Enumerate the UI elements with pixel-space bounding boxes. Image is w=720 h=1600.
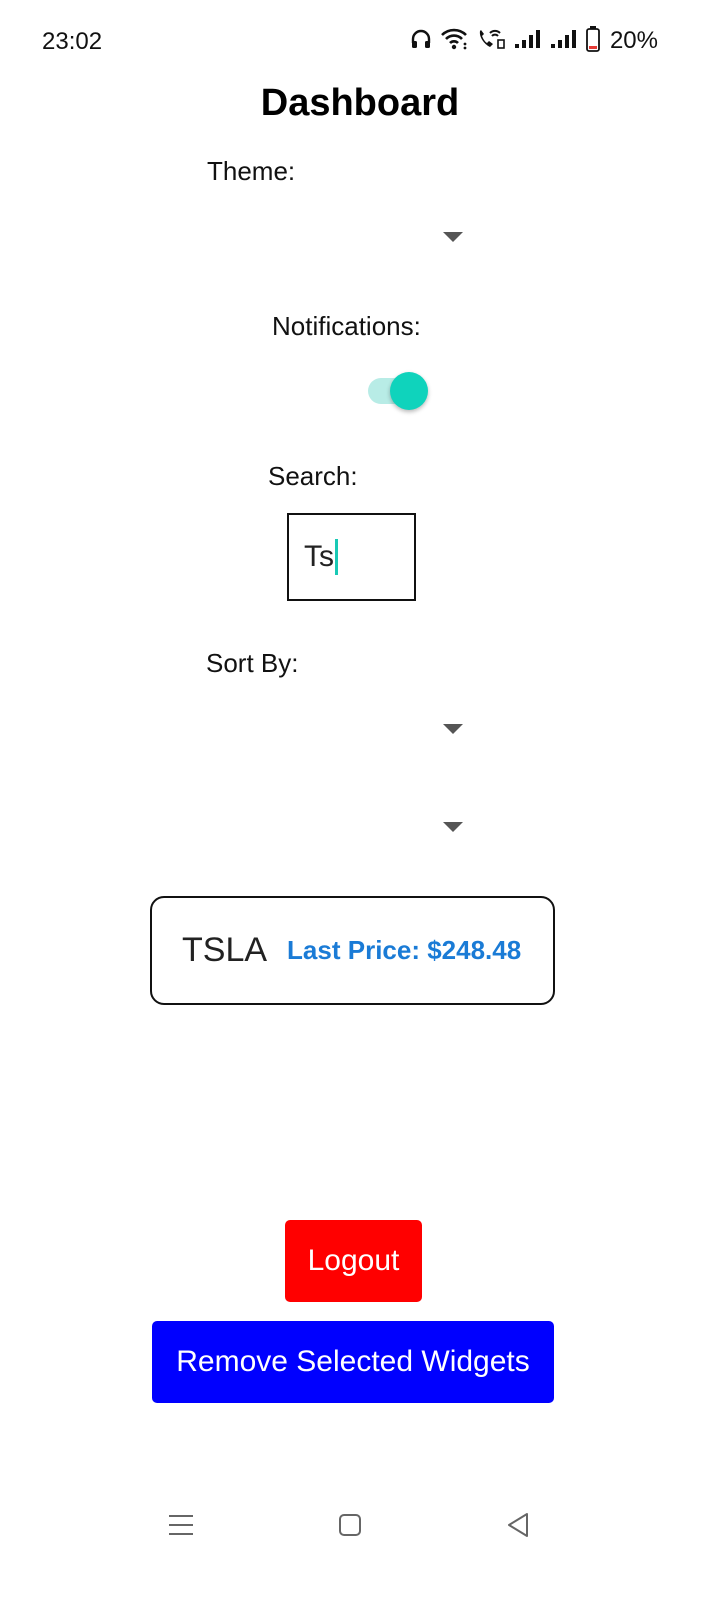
page-title: Dashboard [260,82,460,124]
signal-icon [550,28,578,55]
remove-selected-widgets-button[interactable]: Remove Selected Widgets [152,1321,554,1403]
wifi-calling-icon [476,27,506,56]
chevron-down-icon [443,724,463,734]
notifications-toggle[interactable] [368,372,430,412]
home-icon[interactable] [330,1505,370,1545]
stock-last-price: Last Price: $248.48 [287,935,522,965]
status-icons: 20% [410,24,658,58]
signal-icon [514,28,542,55]
search-label: Search: [268,461,358,491]
wifi-icon [440,27,468,56]
stock-symbol: TSLA [182,931,268,969]
text-cursor [335,539,338,575]
sort-label: Sort By: [206,648,299,678]
back-icon[interactable] [498,1505,538,1545]
battery-icon [586,25,600,57]
logout-button[interactable]: Logout [285,1220,422,1302]
theme-label: Theme: [207,156,296,186]
toggle-knob [390,372,428,410]
chevron-down-icon [443,822,463,832]
notifications-label: Notifications: [272,311,421,341]
search-input-value: Ts [304,540,334,573]
headphones-icon [410,28,432,55]
sort-dropdown[interactable] [206,704,478,756]
sort-order-dropdown[interactable] [206,802,478,854]
stock-widget-card[interactable]: TSLA Last Price: $248.48 [150,896,555,1005]
battery-percent: 20% [609,27,658,54]
menu-icon[interactable] [161,1505,201,1545]
status-time: 23:02 [42,28,103,55]
search-input[interactable]: Ts [287,513,416,601]
chevron-down-icon [443,232,463,242]
screen: 23:02 20% Dashboard Theme: Notifications… [0,0,720,1600]
theme-dropdown[interactable] [207,212,477,264]
